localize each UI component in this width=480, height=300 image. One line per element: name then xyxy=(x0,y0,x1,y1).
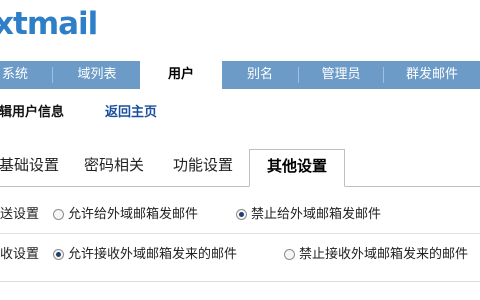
tab-password[interactable]: 密码相关 xyxy=(76,149,152,181)
receive-allow-label: 允许接收外域邮箱发来的邮件 xyxy=(68,247,238,262)
tab-features[interactable]: 功能设置 xyxy=(163,149,243,181)
send-allow-label: 允许给外域邮箱发邮件 xyxy=(68,207,199,222)
tab-basic[interactable]: 基础设置 xyxy=(0,149,66,181)
content-bottom-divider xyxy=(0,281,480,282)
receive-deny-label: 禁止接收外域邮箱发来的邮件 xyxy=(299,247,469,262)
main-nav: 系统 域列表 用户 别名 管理员 群发邮件 xyxy=(0,60,480,90)
send-settings-label: 发送设置 xyxy=(0,207,40,222)
page-title: 编辑用户信息 xyxy=(0,105,65,120)
nav-item-users[interactable]: 用户 xyxy=(140,60,222,90)
radio-receive-deny[interactable] xyxy=(284,249,295,260)
send-settings-row: 发送设置 允许给外域邮箱发邮件 禁止给外域邮箱发邮件 xyxy=(0,204,480,226)
nav-item-aliases[interactable]: 别名 xyxy=(222,61,298,89)
tab-other-settings[interactable]: 其他设置 xyxy=(249,149,345,187)
send-deny-label: 禁止给外域邮箱发邮件 xyxy=(251,207,382,222)
receive-settings-label: 接收设置 xyxy=(0,247,40,262)
receive-settings-row: 接收设置 允许接收外域邮箱发来的邮件 禁止接收外域邮箱发来的邮件 xyxy=(0,244,480,266)
radio-send-allow[interactable] xyxy=(53,209,64,220)
radio-receive-allow[interactable] xyxy=(53,249,64,260)
nav-item-bulk-mail[interactable]: 群发邮件 xyxy=(384,61,480,89)
nav-item-admins[interactable]: 管理员 xyxy=(299,61,383,89)
nav-item-system[interactable]: 系统 xyxy=(0,61,48,89)
back-home-link[interactable]: 返回主页 xyxy=(105,103,157,123)
nav-divider xyxy=(52,67,53,83)
app-logo: xtmail xyxy=(0,6,98,42)
row-divider xyxy=(0,233,480,234)
nav-item-domains[interactable]: 域列表 xyxy=(58,61,136,89)
radio-send-deny[interactable] xyxy=(236,209,247,220)
tabs-divider xyxy=(0,186,480,187)
